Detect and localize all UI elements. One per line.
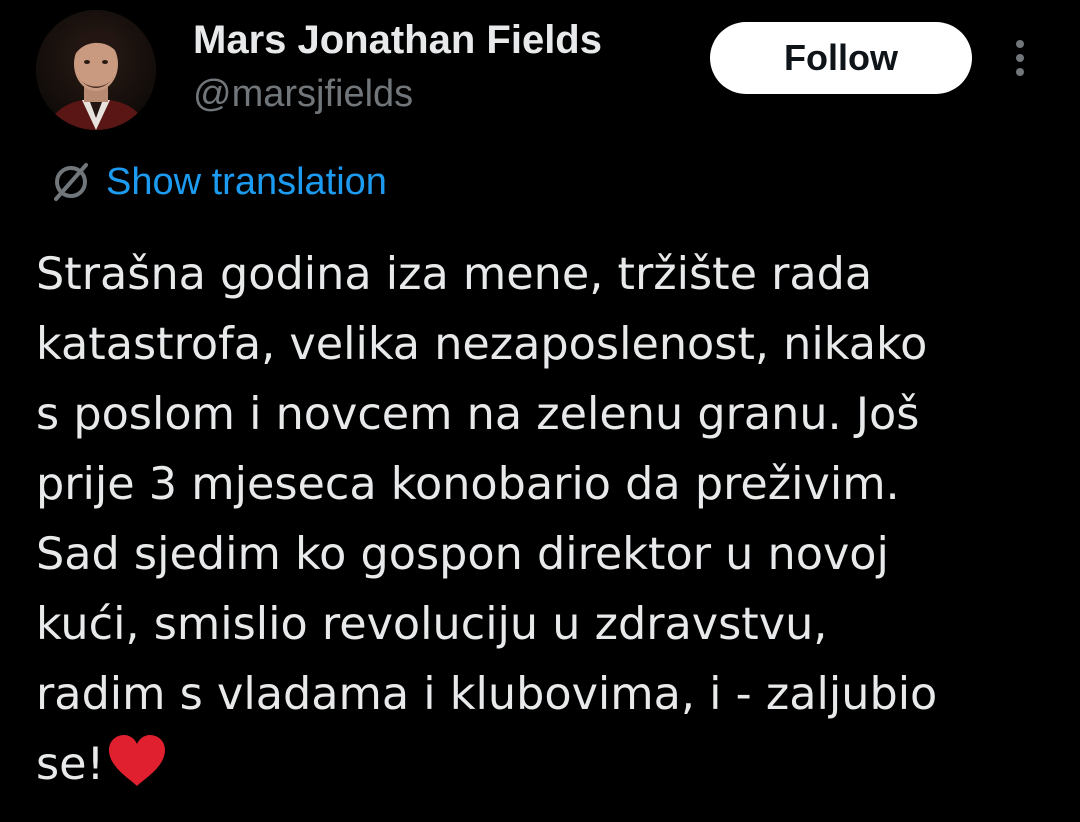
globe-icon bbox=[54, 163, 88, 201]
tweet-line: radim s vladama i klubovima, i - zaljubi… bbox=[36, 669, 938, 720]
tweet-line: kući, smislio revoluciju u zdravstvu, bbox=[36, 599, 828, 650]
follow-button[interactable]: Follow bbox=[710, 22, 972, 94]
tweet-line: Sad sjedim ko gospon direktor u novoj bbox=[36, 529, 889, 580]
tweet-line: katastrofa, velika nezaposlenost, nikako bbox=[36, 319, 928, 370]
show-translation-link[interactable]: Show translation bbox=[48, 156, 387, 208]
show-translation-label: Show translation bbox=[106, 160, 387, 203]
tweet-line: s poslom i novcem na zelenu granu. Još bbox=[36, 389, 920, 440]
red-heart-icon bbox=[109, 735, 166, 786]
avatar[interactable] bbox=[36, 10, 156, 130]
tweet-line: Strašna godina iza mene, tržište rada bbox=[36, 249, 873, 300]
tweet-line-last-text: se! bbox=[36, 739, 105, 790]
author-display-name[interactable]: Mars Jonathan Fields bbox=[193, 14, 602, 66]
avatar-image bbox=[36, 10, 156, 130]
tweet-text: Strašna godina iza mene, tržište rada ka… bbox=[36, 240, 1056, 800]
more-options-button[interactable] bbox=[1000, 34, 1040, 82]
more-vertical-icon-dot bbox=[1016, 54, 1024, 62]
tweet-line-last: se! bbox=[36, 730, 1056, 800]
more-vertical-icon-dot bbox=[1016, 68, 1024, 76]
author-handle[interactable]: @marsjfields bbox=[193, 70, 413, 118]
more-vertical-icon bbox=[1016, 40, 1024, 48]
tweet-line: prije 3 mjeseca konobario da preživim. bbox=[36, 459, 900, 510]
